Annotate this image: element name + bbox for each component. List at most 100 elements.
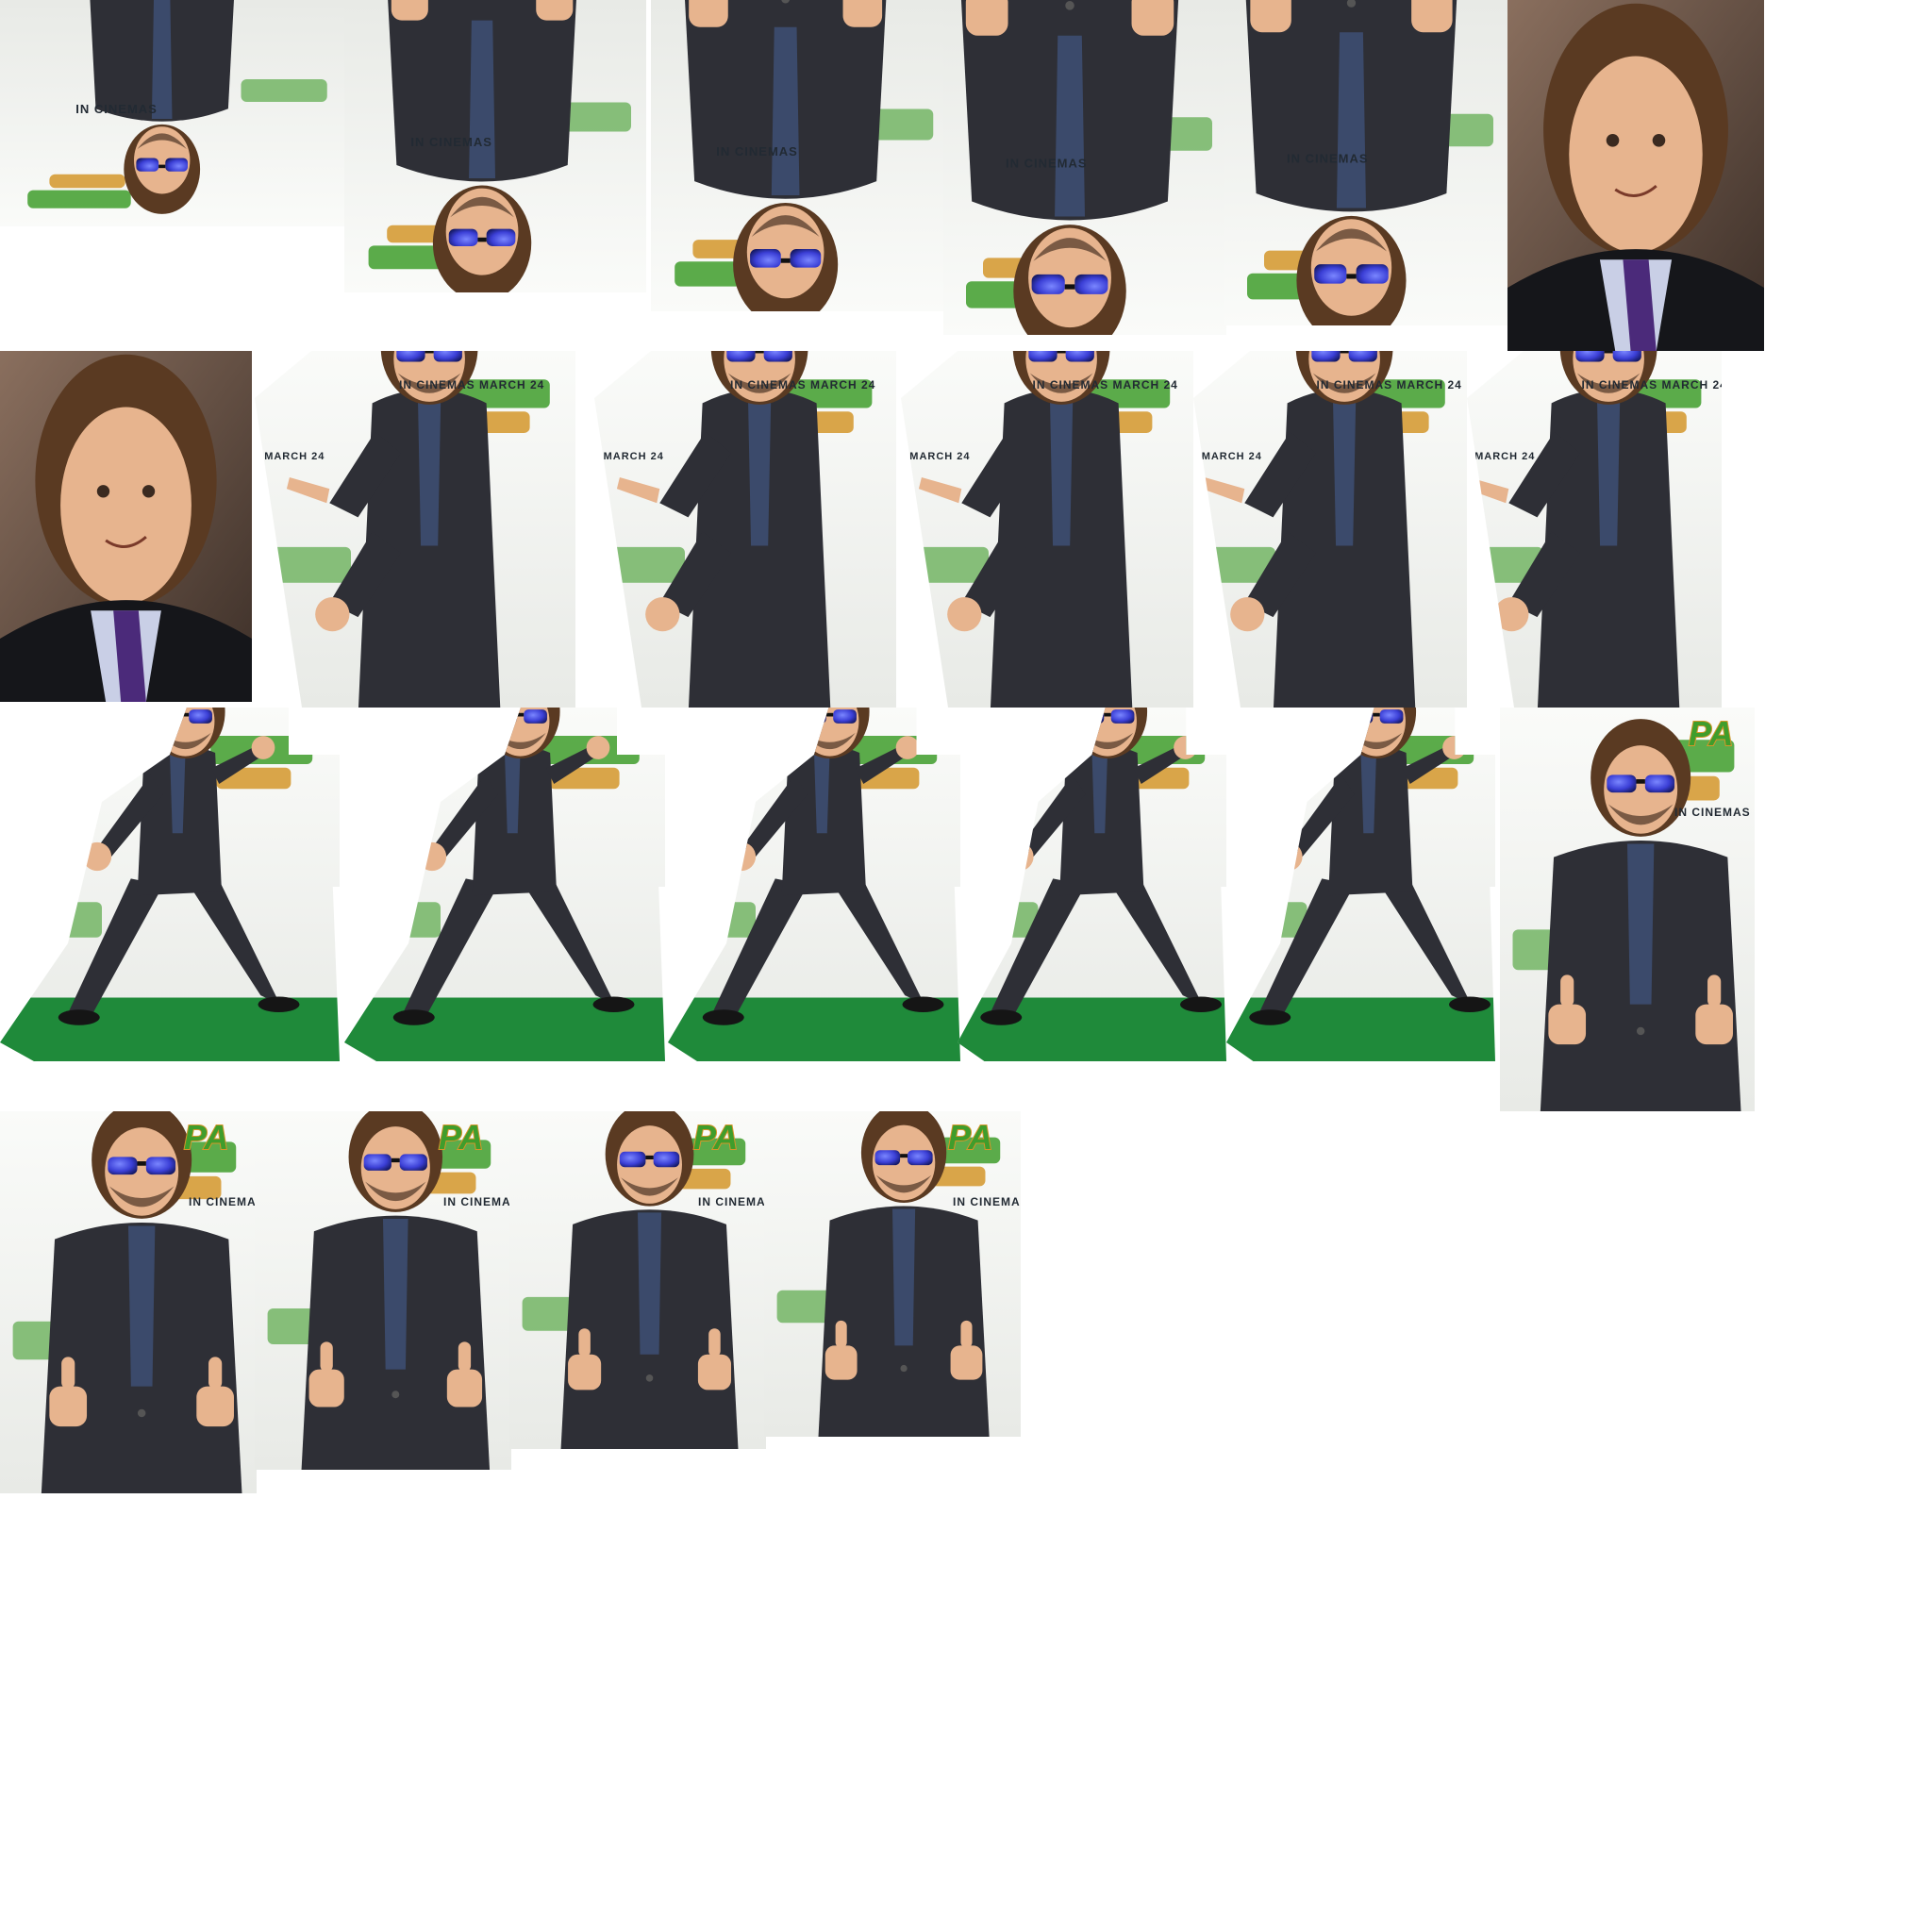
sunglasses-right-lens — [1379, 709, 1404, 724]
backdrop-brand-text: PA — [693, 1118, 738, 1157]
brand-logo-repeat — [360, 902, 441, 938]
headshot-portrait-photo — [0, 351, 252, 702]
sunglasses-left-lens — [790, 249, 822, 268]
sunglasses-right-lens — [750, 249, 781, 268]
sunglasses-left-lens — [1311, 351, 1341, 362]
photo-panel: IN CINEMAS — [943, 0, 1226, 335]
backdrop-date-text: MARCH 24 — [909, 451, 970, 462]
shirt — [1333, 400, 1357, 546]
sunglasses-bridge — [1340, 351, 1349, 354]
photo-panel: IN CINEMAS — [344, 0, 646, 292]
right-shoe — [1180, 996, 1222, 1012]
fist — [824, 1345, 858, 1380]
backdrop-brand-text: PA — [948, 1118, 992, 1157]
brand-logo-repeat — [682, 902, 756, 938]
head — [733, 203, 839, 311]
raised-hand — [586, 736, 610, 759]
open-hand — [1005, 841, 1034, 872]
shirt — [1091, 753, 1108, 834]
backdrop-release-text: IN CINEMAS — [716, 144, 798, 158]
right-eye — [1652, 134, 1666, 147]
backdrop-release-text: IN CINEMAS — [75, 102, 158, 116]
right-shoe — [902, 996, 944, 1012]
open-hand — [417, 841, 447, 872]
backdrop-release-text: IN CINEMAS — [1287, 152, 1369, 166]
sunglasses-left-lens — [1349, 709, 1374, 724]
shirt — [505, 753, 521, 834]
backdrop-date-text: MARCH 24 — [1474, 451, 1535, 462]
backdrop-release-text: IN CINEMAS MARCH 24 — [730, 378, 875, 391]
backdrop-date-text: MARCH 24 — [1202, 451, 1262, 462]
fist — [1411, 0, 1453, 33]
backdrop-release-text: IN CINEMAS — [1674, 806, 1751, 819]
left-eye — [1606, 134, 1620, 147]
thumbs-down-hand — [1411, 0, 1453, 33]
left-shoe — [58, 1009, 100, 1025]
sunglasses-right-lens — [653, 1151, 680, 1168]
head — [92, 1111, 192, 1219]
left-shoe — [702, 1009, 744, 1025]
fist — [1695, 1004, 1733, 1045]
open-hand — [726, 841, 757, 872]
sunglasses-bridge — [825, 712, 834, 717]
fist — [689, 0, 728, 27]
fist — [446, 1369, 483, 1407]
row-finger-guns: IN CINEMAS MARCH 24MARCH 24IN CINEMAS MA… — [255, 351, 1727, 708]
fist — [308, 1369, 344, 1407]
photo-panel: IN CINEMAS — [1224, 0, 1507, 325]
sunglasses-left-lens — [108, 1157, 138, 1175]
shirt — [892, 1208, 916, 1346]
sunglasses-right-lens — [1348, 351, 1377, 362]
backdrop-release-text: IN CINEMAS — [698, 1195, 774, 1208]
sunglasses-right-lens — [399, 1154, 427, 1171]
sunglasses-bridge — [477, 237, 487, 242]
left-eye — [96, 485, 110, 498]
sunglasses-right-lens — [433, 351, 462, 362]
thumb — [708, 1328, 721, 1357]
photo-panel: IN CINEMAS — [0, 0, 344, 226]
fist — [196, 1386, 234, 1427]
backdrop-date-text: MARCH 24 — [264, 451, 325, 462]
shirt — [1627, 843, 1655, 1005]
brand-logo — [27, 190, 131, 208]
head — [860, 1111, 947, 1203]
shirt — [383, 1219, 408, 1370]
fist — [1131, 0, 1174, 36]
shirt — [469, 20, 495, 178]
shirt — [1050, 400, 1074, 546]
pointing-hand — [645, 596, 680, 632]
sunglasses-bridge — [645, 1155, 654, 1160]
fist — [1250, 0, 1291, 33]
sunglasses-right-lens — [763, 351, 792, 362]
pointing-hand — [315, 596, 350, 632]
shirt — [128, 1225, 156, 1387]
fist — [950, 1345, 983, 1380]
backdrop-release-text: IN CINEMAS MARCH 24 — [1582, 378, 1727, 391]
photo-panel — [344, 708, 665, 1061]
head — [1013, 225, 1126, 335]
sunglasses-left-lens — [158, 709, 182, 724]
photo-panel: PA IN CINEMAS — [509, 1111, 774, 1449]
brand-logo-repeat — [271, 546, 351, 583]
sunglasses-right-lens — [1110, 709, 1135, 724]
backdrop-release-text: IN CINEMAS — [189, 1195, 265, 1208]
pointing-hand — [1230, 596, 1265, 632]
photo-panel — [958, 708, 1226, 1061]
photo-panel: IN CINEMAS MARCH 24 MARCH 24 — [1193, 351, 1467, 708]
thumb — [320, 1341, 333, 1373]
right-eye — [142, 485, 156, 498]
sunglasses-left-lens — [396, 351, 425, 362]
sunglasses-right-lens — [1031, 274, 1065, 294]
fist — [697, 1354, 731, 1391]
right-shoe — [592, 996, 635, 1012]
head — [1591, 719, 1691, 837]
thumb — [61, 1357, 75, 1390]
thumb — [835, 1320, 847, 1348]
shirt — [1597, 400, 1621, 546]
raised-hand — [251, 736, 275, 759]
pointing-hand — [947, 596, 982, 632]
sunglasses-right-lens — [524, 709, 547, 724]
fist — [568, 1354, 602, 1391]
sunglasses-left-lens — [726, 351, 756, 362]
backdrop-release-text: IN CINEMAS — [410, 135, 492, 149]
